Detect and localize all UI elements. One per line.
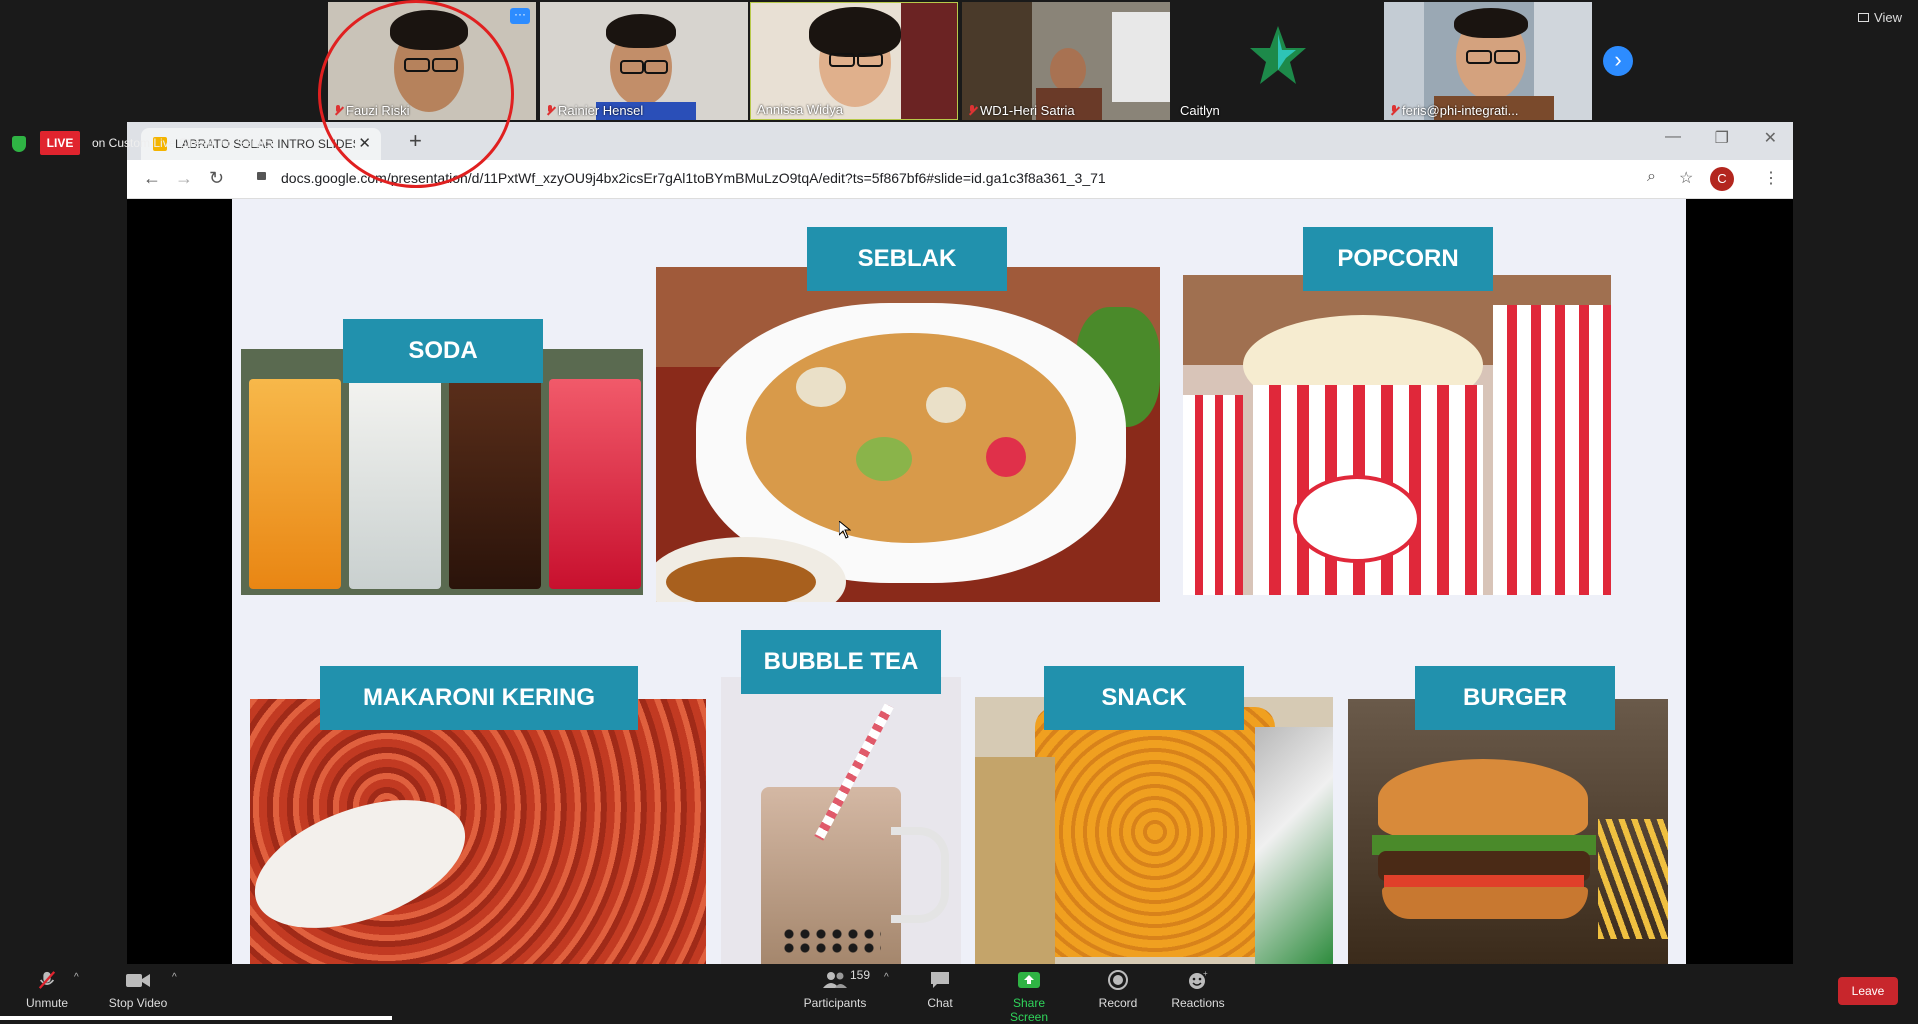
profile-avatar[interactable]: C	[1710, 167, 1734, 191]
soda-label: SODA	[343, 319, 543, 383]
snack-image	[975, 697, 1333, 964]
stop-video-button[interactable]: Stop Video	[108, 970, 168, 1010]
view-grid-icon	[1858, 13, 1870, 22]
forward-arrow-icon[interactable]: →	[175, 168, 193, 189]
next-page-arrow-icon[interactable]: ›	[1603, 46, 1633, 76]
participants-count: 159	[850, 968, 871, 982]
record-button[interactable]: Record	[1098, 970, 1138, 1010]
share-screen-icon	[1018, 972, 1040, 988]
participant-tile-feris[interactable]: feris@phi-integrati...	[1384, 2, 1592, 120]
bubble-tea-label: BUBBLE TEA	[741, 630, 941, 694]
maximize-icon[interactable]: ❐	[1715, 128, 1729, 148]
reload-icon[interactable]: ↻	[209, 168, 224, 189]
security-shield-icon[interactable]	[12, 136, 26, 152]
participant-name: Annissa Widya	[757, 102, 843, 117]
participant-video	[1050, 48, 1086, 92]
participant-name: Rainier Hensel	[546, 103, 643, 118]
seblak-label: SEBLAK	[807, 227, 1007, 291]
video-camera-icon	[126, 974, 150, 987]
back-arrow-icon[interactable]: ←	[143, 168, 161, 189]
participants-button[interactable]: 159 Participants	[798, 968, 872, 1010]
progress-bar	[0, 1016, 392, 1020]
meeting-controls-bar: Unmute ^ Stop Video ^ 159 Participants ^…	[0, 964, 1918, 1024]
participant-name: Caitlyn	[1180, 103, 1220, 118]
burger-label: BURGER	[1415, 666, 1615, 730]
chat-button[interactable]: Chat	[920, 970, 960, 1010]
muted-mic-icon	[1390, 105, 1398, 116]
minimize-icon[interactable]: —	[1665, 128, 1681, 146]
svg-text:+: +	[1203, 970, 1208, 978]
menu-kebab-icon[interactable]: ⋮	[1763, 168, 1779, 188]
star-avatar-icon	[1250, 26, 1306, 84]
participants-icon: 159	[798, 968, 872, 990]
share-screen-button[interactable]: Share Screen	[993, 970, 1065, 1024]
mouse-cursor-icon	[839, 521, 851, 539]
audio-options-chevron-icon[interactable]: ^	[74, 972, 79, 983]
bookmark-star-icon[interactable]: ☆	[1679, 168, 1693, 188]
leave-button[interactable]: Leave	[1838, 977, 1898, 1005]
burger-image	[1348, 699, 1668, 964]
bubble-tea-image	[721, 677, 961, 964]
more-options-button[interactable]: ···	[510, 8, 530, 24]
seblak-image	[656, 267, 1160, 602]
participant-tile-heri[interactable]: WD1-Heri Satria	[962, 2, 1170, 120]
snack-label: SNACK	[1044, 666, 1244, 730]
makaroni-kering-label: MAKARONI KERING	[320, 666, 638, 730]
annotation-circle	[318, 0, 514, 188]
popcorn-image	[1183, 275, 1611, 595]
muted-mic-icon	[968, 105, 976, 116]
participant-tile-caitlyn[interactable]: Caitlyn	[1174, 2, 1382, 120]
popcorn-label: POPCORN	[1303, 227, 1493, 291]
participant-tile-rainier[interactable]: Rainier Hensel	[540, 2, 748, 120]
makaroni-image	[250, 699, 706, 964]
participants-chevron-icon[interactable]: ^	[884, 972, 889, 983]
zoom-magnifier-icon[interactable]: ⌕	[1647, 168, 1656, 186]
participant-name: feris@phi-integrati...	[1390, 103, 1519, 118]
video-options-chevron-icon[interactable]: ^	[172, 972, 177, 983]
muted-mic-icon	[38, 971, 56, 989]
live-badge[interactable]: LIVE	[40, 131, 80, 155]
view-button[interactable]: View	[1858, 10, 1902, 25]
lock-icon	[257, 172, 266, 180]
reactions-button[interactable]: + Reactions	[1170, 970, 1226, 1010]
unmute-button[interactable]: Unmute	[22, 970, 72, 1010]
live-streaming-text: on Custom Live Streaming Service	[92, 136, 277, 150]
presentation-slide: SODA SEBLAK POPCORN MAKARONI KERING BUBB…	[232, 199, 1686, 964]
muted-mic-icon	[546, 105, 554, 116]
participant-tile-annissa[interactable]: Annissa Widya	[750, 2, 958, 120]
record-icon	[1108, 970, 1128, 990]
participant-name: WD1-Heri Satria	[968, 103, 1075, 118]
chat-bubble-icon	[931, 972, 949, 988]
close-window-icon[interactable]: ✕	[1764, 128, 1777, 148]
soda-image	[241, 349, 643, 595]
reactions-smiley-icon: +	[1189, 970, 1208, 989]
